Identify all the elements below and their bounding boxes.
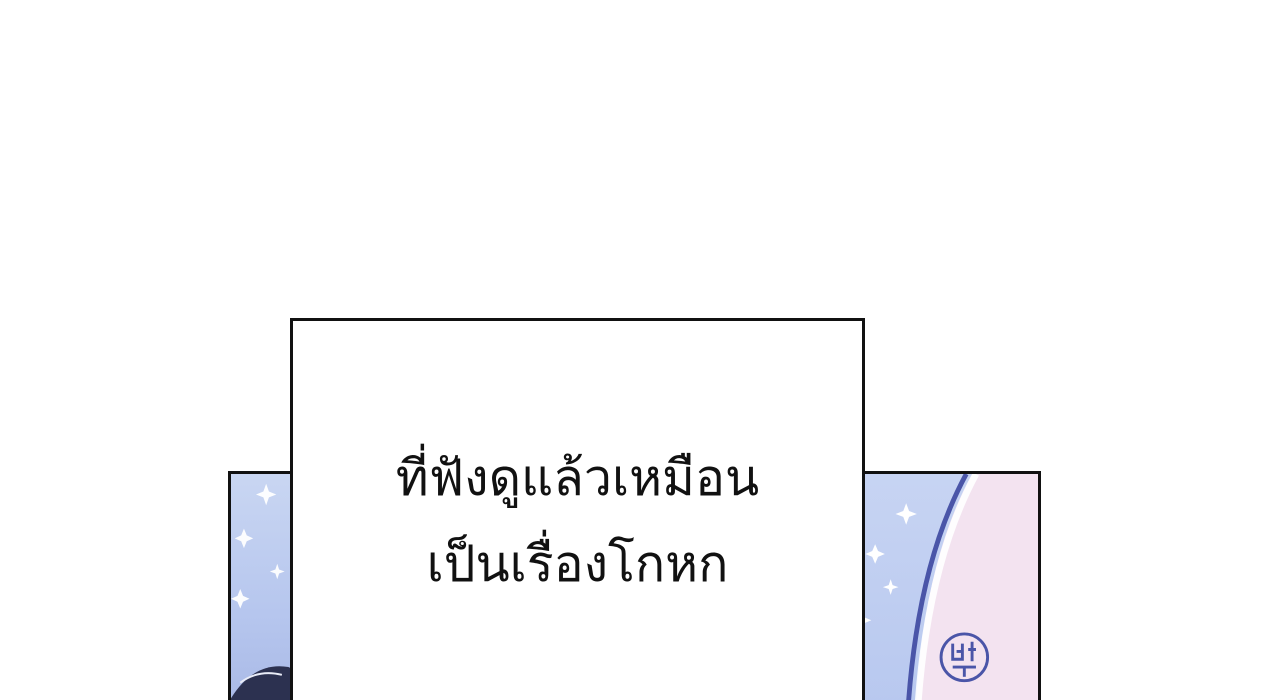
comic-panel-right [845,471,1041,700]
panel-right-art [851,474,1038,700]
sparkle-icon [234,528,254,549]
sparkle-icon [882,579,899,595]
sparkle-icon [269,563,285,580]
caption-line-1: ที่ฟังดูแล้วเหมือน [395,449,760,507]
sparkle-icon [255,483,277,506]
sparkle-icon [865,544,885,564]
sparkle-icon [895,503,917,525]
sparkle-icon [231,589,250,609]
narration-box: ที่ฟังดูแล้วเหมือน เป็นเรื่องโกหก [290,318,865,700]
caption-line-2: เป็นเรื่องโกหก [426,535,729,593]
comic-page: ที่ฟังดูแล้วเหมือน เป็นเรื่องโกหก [0,0,1280,700]
